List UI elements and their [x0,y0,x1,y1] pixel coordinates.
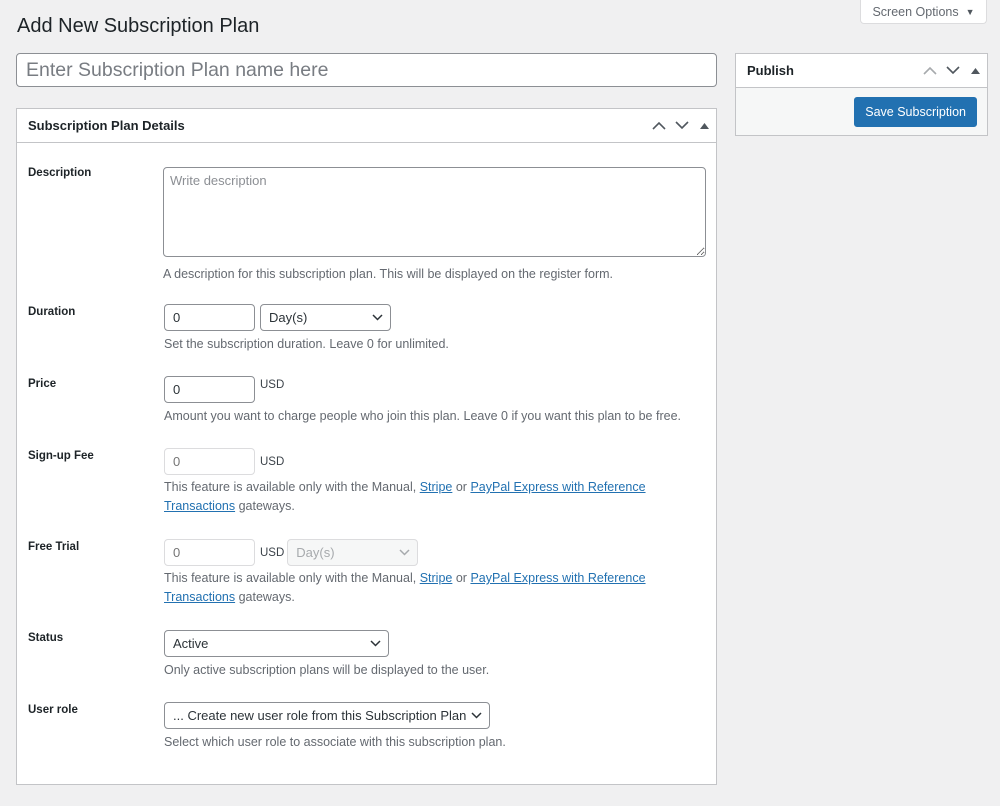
signup-fee-help: This feature is available only with the … [164,478,684,516]
duration-help: Set the subscription duration. Leave 0 f… [164,337,449,351]
signup-fee-input[interactable] [164,448,255,475]
publish-box-body: Save Subscription [736,88,987,135]
free-trial-help: This feature is available only with the … [164,569,684,607]
plan-name-input[interactable] [16,53,717,87]
price-input[interactable] [164,376,255,403]
free-trial-help-suffix: gateways. [238,590,295,604]
duration-input[interactable] [164,304,255,331]
save-subscription-button[interactable]: Save Subscription [854,96,977,127]
price-label: Price [28,378,57,390]
signup-fee-label: Sign-up Fee [28,450,94,462]
screen-options-button[interactable]: Screen Options ▼ [860,0,987,24]
status-select[interactable]: Active [164,630,389,657]
toggle-panel-button[interactable] [693,109,716,143]
signup-fee-help-suffix: gateways. [238,499,295,513]
chevron-down-icon [945,66,960,75]
price-currency: USD [260,379,285,391]
triangle-up-icon [971,67,980,74]
stripe-link[interactable]: Stripe [420,480,453,494]
publish-box-header: Publish [736,54,987,88]
chevron-down-icon [471,712,482,719]
toggle-panel-button[interactable] [964,54,987,88]
move-down-button[interactable] [670,109,693,143]
status-help: Only active subscription plans will be d… [164,663,490,677]
user-role-help: Select which user role to associate with… [164,735,506,749]
chevron-down-icon [372,314,383,321]
screen-options-label: Screen Options [872,4,959,19]
details-box-title: Subscription Plan Details [28,118,185,133]
duration-unit-select[interactable]: Day(s) [260,304,391,331]
description-label: Description [28,167,92,179]
chevron-up-icon [922,66,937,75]
caret-down-icon: ▼ [965,6,975,17]
user-role-select[interactable]: ... Create new user role from this Subsc… [164,702,490,729]
publish-box-title: Publish [747,63,794,78]
duration-unit-value: Day(s) [269,310,308,325]
publish-box: Publish Save Subscription [735,53,988,136]
chevron-down-icon [370,640,381,647]
chevron-down-icon [399,549,410,556]
move-up-button[interactable] [647,109,670,143]
signup-fee-help-or: or [455,480,467,494]
details-box-header: Subscription Plan Details [17,109,716,143]
free-trial-help-or: or [455,571,467,585]
page-title: Add New Subscription Plan [17,15,260,37]
status-value: Active [173,636,209,651]
free-trial-unit-select[interactable]: Day(s) [287,539,419,566]
free-trial-currency: USD [260,546,285,559]
status-label: Status [28,632,64,644]
free-trial-help-prefix: This feature is available only with the … [164,571,417,585]
description-help: A description for this subscription plan… [163,267,613,281]
signup-fee-help-prefix: This feature is available only with the … [164,480,417,494]
free-trial-input[interactable] [164,539,255,566]
chevron-up-icon [651,121,666,130]
triangle-up-icon [700,122,709,129]
move-down-button[interactable] [941,54,964,88]
user-role-label: User role [28,704,78,716]
free-trial-unit-value: Day(s) [296,545,335,560]
user-role-value: ... Create new user role from this Subsc… [173,708,467,723]
duration-label: Duration [28,306,76,318]
free-trial-label: Free Trial [28,541,80,553]
chevron-down-icon [674,121,689,130]
move-up-button[interactable] [918,54,941,88]
description-textarea[interactable] [163,167,706,257]
signup-fee-currency: USD [260,455,285,468]
subscription-plan-details-box: Subscription Plan Details Description A … [16,108,717,785]
stripe-link[interactable]: Stripe [420,571,453,585]
price-help: Amount you want to charge people who joi… [164,409,681,423]
